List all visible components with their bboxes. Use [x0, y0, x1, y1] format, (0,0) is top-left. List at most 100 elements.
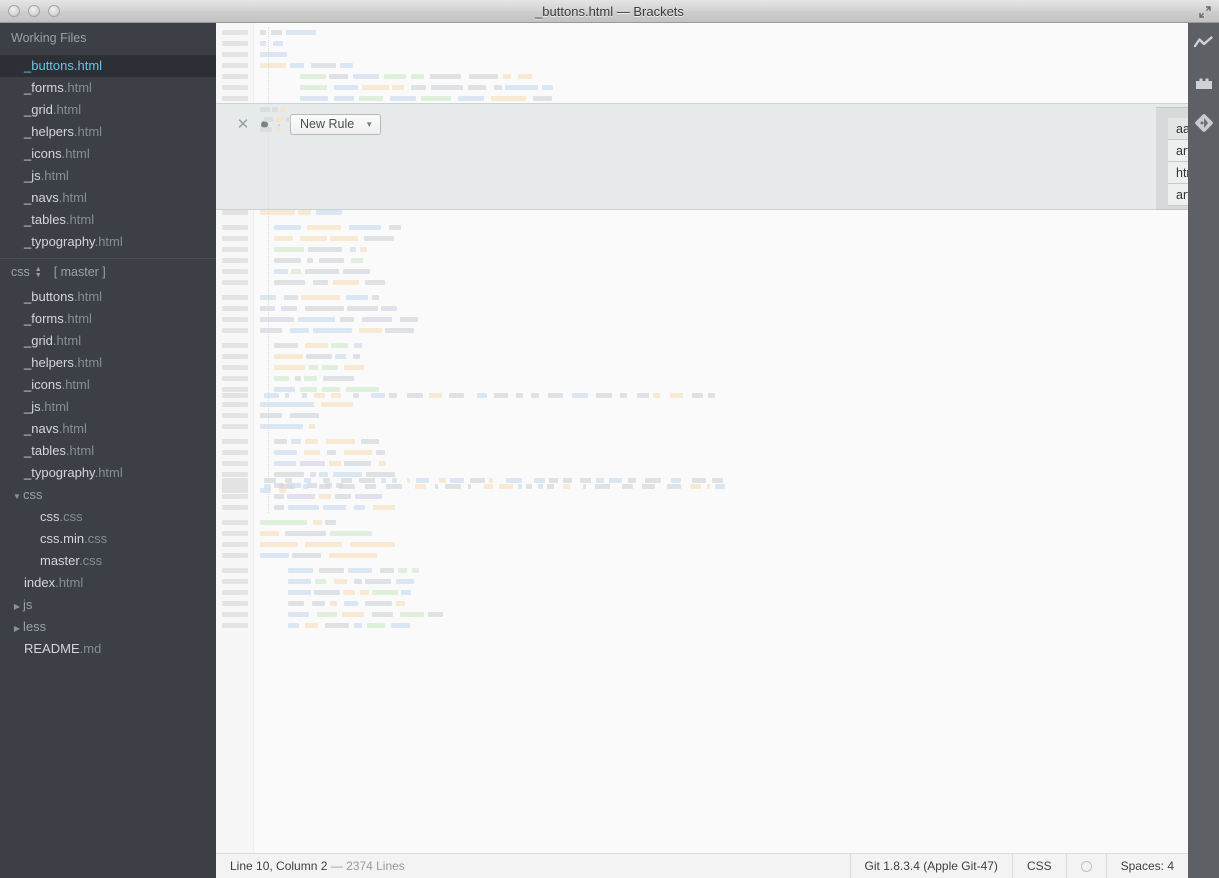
- git-version-status: Git 1.8.3.4 (Apple Git-47): [850, 854, 1012, 878]
- file-extension: .html: [41, 168, 69, 183]
- working-file-item[interactable]: _helpers.html: [0, 121, 216, 143]
- tree-file-item[interactable]: _grid.html: [0, 330, 216, 352]
- code-token: [291, 439, 301, 444]
- line-number: [222, 225, 248, 230]
- code-token: [314, 590, 340, 595]
- code-token: [372, 612, 393, 617]
- code-token: [272, 107, 278, 112]
- working-file-item[interactable]: _grid.html: [0, 99, 216, 121]
- expand-arrows-icon[interactable]: [1196, 3, 1214, 20]
- code-token: [542, 85, 553, 90]
- cursor-position: Line 10, Column 2: [230, 859, 327, 873]
- css-rule-item[interactable]: article,aside,details,figcaption,figure,…: [1168, 184, 1188, 206]
- css-rule-item[interactable]: html,body,div,span,object,iframe,p,block…: [1168, 162, 1188, 184]
- code-token: [288, 505, 319, 510]
- line-number: [222, 393, 248, 398]
- code-token: [327, 450, 336, 455]
- git-branch-label[interactable]: [ master ]: [54, 259, 106, 286]
- code-token: [313, 280, 328, 285]
- live-preview-bolt-icon[interactable]: [1188, 23, 1219, 63]
- extension-manager-icon[interactable]: [1188, 63, 1219, 103]
- code-token: [516, 393, 523, 398]
- tree-file-item[interactable]: _typography.html: [0, 462, 216, 484]
- css-rule-list[interactable]: aa, abbr, acronym, address, article, asi…: [1156, 107, 1188, 210]
- file-extension: .css: [60, 509, 83, 524]
- file-basename: _navs: [24, 190, 59, 205]
- tree-file-item[interactable]: _js.html: [0, 396, 216, 418]
- file-basename: _typography: [24, 465, 95, 480]
- code-token: [348, 568, 372, 573]
- code-token: [288, 568, 313, 573]
- code-token: [548, 393, 563, 398]
- code-token: [373, 505, 395, 510]
- working-files-list[interactable]: _buttons.html_forms.html_grid.html_helpe…: [0, 53, 216, 253]
- code-line: [260, 502, 1180, 513]
- code-token: [274, 365, 305, 370]
- code-token: [279, 488, 286, 493]
- working-file-item[interactable]: _forms.html: [0, 77, 216, 99]
- tree-file-item[interactable]: _helpers.html: [0, 352, 216, 374]
- tree-file-item[interactable]: css.min.css: [0, 528, 216, 550]
- tree-folder-item[interactable]: ▶less: [0, 616, 216, 638]
- tree-file-item[interactable]: _icons.html: [0, 374, 216, 396]
- tree-file-item[interactable]: _tables.html: [0, 440, 216, 462]
- code-line: [260, 565, 1180, 576]
- code-token: [305, 343, 328, 348]
- file-extension: .md: [80, 641, 102, 656]
- code-token: [334, 85, 358, 90]
- code-token: [309, 365, 318, 370]
- line-number: [222, 579, 248, 584]
- tree-file-item[interactable]: master.css: [0, 550, 216, 572]
- code-token: [468, 85, 486, 90]
- code-editor[interactable]: ✕ · New Rule ▼ aa, abbr, acronym, addres…: [216, 23, 1188, 853]
- working-file-item[interactable]: _tables.html: [0, 209, 216, 231]
- code-token: [335, 354, 346, 359]
- language-selector[interactable]: CSS: [1012, 854, 1066, 878]
- working-file-item[interactable]: _js.html: [0, 165, 216, 187]
- chevron-down-icon[interactable]: ▼: [12, 486, 22, 508]
- css-rule-item[interactable]: article, aside, details, figcaption, fig…: [1168, 140, 1188, 162]
- working-file-item[interactable]: _buttons.html: [0, 55, 216, 77]
- close-icon[interactable]: ✕: [232, 114, 254, 134]
- code-token: [315, 579, 326, 584]
- working-file-item[interactable]: _icons.html: [0, 143, 216, 165]
- inline-css-editor[interactable]: ✕ · New Rule ▼: [216, 103, 1188, 210]
- tree-file-item[interactable]: _forms.html: [0, 308, 216, 330]
- tree-file-item[interactable]: README.md: [0, 638, 216, 660]
- code-token: [401, 590, 411, 595]
- tree-file-item[interactable]: index.html: [0, 572, 216, 594]
- code-token: [260, 210, 295, 215]
- code-token: [334, 579, 347, 584]
- code-token: [325, 623, 349, 628]
- code-token: [458, 96, 484, 101]
- file-basename: js: [23, 597, 32, 612]
- code-token: [350, 542, 395, 547]
- indent-setting[interactable]: Spaces: 4: [1106, 854, 1188, 878]
- working-file-item[interactable]: _typography.html: [0, 231, 216, 253]
- project-header[interactable]: css ▲▼ [ master ]: [0, 259, 216, 286]
- project-file-tree[interactable]: _buttons.html_forms.html_grid.html_helpe…: [0, 286, 216, 660]
- code-token: [392, 85, 404, 90]
- code-token: [305, 542, 342, 547]
- chevron-right-icon[interactable]: ▶: [12, 618, 22, 640]
- indent-guide: [268, 123, 269, 209]
- line-number: [222, 295, 248, 300]
- status-circle-icon[interactable]: [1066, 854, 1106, 878]
- css-rule-item[interactable]: aa, abbr, acronym, address, article, asi…: [1168, 118, 1188, 140]
- chevron-right-icon[interactable]: ▶: [12, 596, 22, 618]
- tree-folder-item[interactable]: ▼css: [0, 484, 216, 506]
- git-diamond-icon[interactable]: [1188, 103, 1219, 143]
- indent-guide: [268, 27, 269, 103]
- tree-file-item[interactable]: css.css: [0, 506, 216, 528]
- working-files-header: Working Files: [0, 23, 216, 53]
- code-token: [340, 63, 353, 68]
- tree-file-item[interactable]: _buttons.html: [0, 286, 216, 308]
- file-extension: .html: [59, 421, 87, 436]
- code-token: [300, 461, 325, 466]
- tree-folder-item[interactable]: ▶js: [0, 594, 216, 616]
- sort-updown-icon[interactable]: ▲ ▼: [35, 267, 42, 279]
- code-token: [285, 531, 326, 536]
- working-file-item[interactable]: _navs.html: [0, 187, 216, 209]
- code-token: [274, 354, 303, 359]
- tree-file-item[interactable]: _navs.html: [0, 418, 216, 440]
